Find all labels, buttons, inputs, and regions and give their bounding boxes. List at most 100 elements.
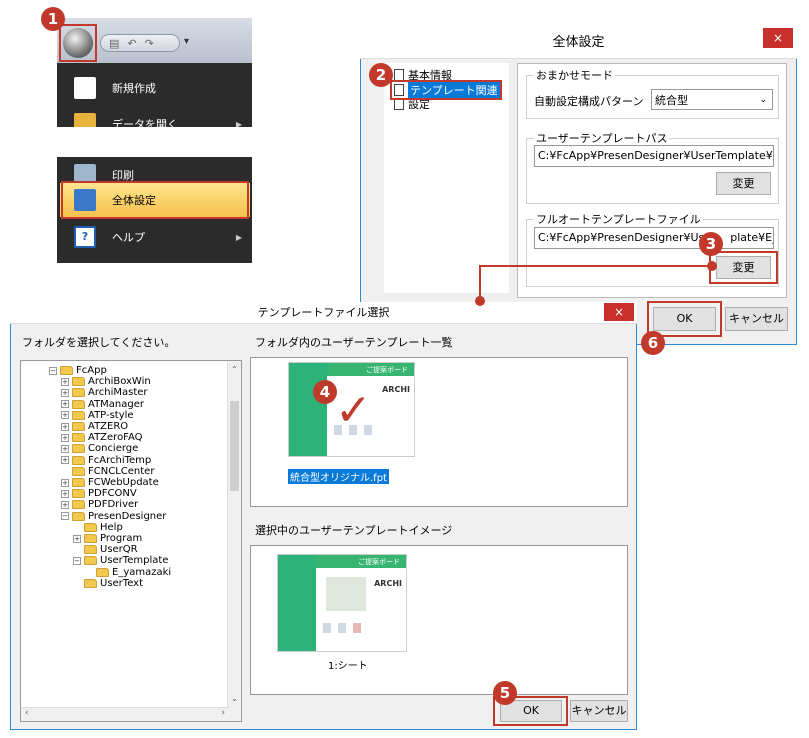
- folder-label: UserQR: [100, 544, 138, 556]
- folder-item[interactable]: + ATManager: [61, 399, 144, 410]
- expand-toggle-icon[interactable]: +: [61, 433, 69, 442]
- step-6-badge: 6: [641, 331, 665, 355]
- folder-label: UserTemplate: [100, 555, 169, 567]
- save-icon[interactable]: ▤: [109, 37, 119, 50]
- connector-start-dot: [475, 296, 485, 306]
- user-template-path-field[interactable]: C:¥FcApp¥PresenDesigner¥UserTemplate¥E_: [534, 145, 774, 167]
- thumbnail-figure: [353, 623, 361, 633]
- folder-item[interactable]: + ATZeroFAQ: [61, 432, 143, 443]
- template-close-button[interactable]: ×: [604, 303, 634, 321]
- folder-icon: [72, 444, 85, 454]
- house-image: [326, 577, 366, 611]
- menu-cutaway: [50, 127, 255, 157]
- expand-toggle-icon[interactable]: +: [61, 400, 69, 409]
- folder-item[interactable]: + Concierge: [61, 443, 138, 454]
- preview-caption: 1:シート: [328, 661, 368, 672]
- folder-item[interactable]: + ArchiMaster: [61, 387, 148, 398]
- folder-item[interactable]: Help: [73, 522, 123, 533]
- folder-icon: [84, 556, 97, 566]
- redo-icon[interactable]: ↷: [145, 37, 154, 50]
- step-1-badge: 1: [41, 7, 65, 31]
- expand-toggle-icon[interactable]: +: [61, 422, 69, 431]
- folder-item[interactable]: + PDFCONV: [61, 488, 137, 499]
- thumbnail-figure: [323, 623, 331, 633]
- expand-toggle-icon[interactable]: +: [61, 411, 69, 420]
- folder-item[interactable]: − UserTemplate: [73, 555, 168, 566]
- path-change-button[interactable]: 変更: [716, 172, 771, 195]
- scroll-down-icon[interactable]: ⌄: [231, 694, 238, 703]
- expand-toggle-icon[interactable]: +: [61, 456, 69, 465]
- menu-item-new[interactable]: 新規作成: [60, 70, 250, 106]
- folder-icon: [72, 455, 85, 465]
- menu-item-label: ヘルプ: [112, 231, 145, 244]
- preview-brand: ARCHI: [374, 579, 402, 588]
- thumbnail-header: ご提案ボード: [366, 366, 408, 374]
- folder-label: UserText: [100, 577, 144, 589]
- folder-item[interactable]: + FCWebUpdate: [61, 477, 159, 488]
- full-auto-template-label: フルオートテンプレートファイル: [534, 211, 703, 227]
- folder-icon: [84, 534, 97, 543]
- folder-item[interactable]: + FcArchiTemp: [61, 455, 151, 466]
- pattern-select[interactable]: 統合型 ⌄: [651, 89, 773, 110]
- expand-toggle-icon[interactable]: +: [61, 444, 69, 453]
- expand-toggle-icon[interactable]: +: [73, 534, 81, 543]
- template-preview-label: 選択中のユーザーテンプレートイメージ: [255, 524, 453, 537]
- customize-toolbar-icon[interactable]: ▾: [184, 36, 189, 47]
- folder-label: ATManager: [88, 398, 145, 410]
- full-auto-template-field[interactable]: C:¥FcApp¥PresenDesigner¥Us plate¥E_: [534, 227, 774, 249]
- settings-close-button[interactable]: ×: [763, 28, 793, 48]
- step-5-badge: 5: [493, 681, 517, 705]
- template-cancel-button[interactable]: キャンセル: [570, 700, 628, 722]
- expand-toggle-icon[interactable]: +: [61, 478, 69, 487]
- folder-item[interactable]: − PresenDesigner: [61, 511, 166, 522]
- folder-label: ArchiBoxWin: [88, 376, 151, 388]
- scroll-thumb[interactable]: [230, 401, 239, 491]
- tree-horizontal-scrollbar[interactable]: ‹ ›: [21, 707, 229, 721]
- menu-item-label: 新規作成: [112, 82, 156, 95]
- folder-item[interactable]: UserText: [73, 578, 143, 589]
- folder-label: Program: [100, 533, 143, 544]
- expand-toggle-icon[interactable]: +: [61, 489, 69, 498]
- expand-toggle-icon[interactable]: +: [61, 377, 69, 386]
- scroll-up-icon[interactable]: ⌃: [231, 365, 238, 374]
- folder-label: FcArchiTemp: [88, 454, 152, 466]
- settings-dialog-title: 全体設定: [360, 27, 797, 59]
- folder-label: Concierge: [88, 443, 139, 455]
- expand-toggle-icon[interactable]: −: [61, 512, 69, 521]
- expand-toggle-icon[interactable]: +: [61, 388, 69, 397]
- tree-vertical-scrollbar[interactable]: ⌃ ⌄: [227, 361, 241, 721]
- folder-icon: [72, 511, 85, 521]
- settings-item-highlight: [61, 181, 249, 219]
- folder-icon: [72, 410, 85, 420]
- undo-icon[interactable]: ↶: [127, 37, 136, 50]
- folder-item[interactable]: + ArchiBoxWin: [61, 376, 151, 387]
- folder-item[interactable]: + Program: [73, 533, 142, 544]
- folder-item[interactable]: E_yamazaki: [85, 567, 171, 578]
- auto-mode-label: おまかせモード: [534, 67, 615, 83]
- folder-icon: [72, 478, 85, 487]
- scroll-left-icon[interactable]: ‹: [25, 708, 29, 718]
- expand-toggle-icon[interactable]: −: [49, 366, 57, 375]
- checkmark-icon: ✓: [335, 385, 372, 436]
- folder-item[interactable]: + ATP-style: [61, 410, 134, 421]
- template-file-list: ご提案ボード ARCHI 統合型オリジナル.fpt: [250, 357, 628, 507]
- folder-icon: [72, 388, 85, 398]
- folder-prompt: フォルダを選択してください。: [22, 336, 176, 349]
- expand-toggle-icon[interactable]: +: [61, 500, 69, 509]
- folder-icon: [72, 500, 85, 510]
- folder-item[interactable]: UserQR: [73, 544, 138, 555]
- step-4-badge: 4: [313, 380, 337, 404]
- folder-icon: [72, 399, 85, 409]
- template-file-name[interactable]: 統合型オリジナル.fpt: [288, 469, 389, 484]
- scroll-right-icon[interactable]: ›: [221, 708, 225, 718]
- folder-item[interactable]: FCNCLCenter: [61, 466, 154, 477]
- settings-cancel-button[interactable]: キャンセル: [725, 307, 788, 331]
- help-icon: ?: [74, 226, 96, 248]
- menu-item-help[interactable]: ? ヘルプ ▶: [60, 219, 250, 255]
- folder-item[interactable]: − FcApp: [49, 365, 107, 376]
- folder-label: PDFDriver: [88, 499, 139, 511]
- folder-icon: [72, 377, 85, 387]
- expand-toggle-icon[interactable]: −: [73, 556, 81, 565]
- folder-item[interactable]: + PDFDriver: [61, 499, 138, 510]
- folder-item[interactable]: + ATZERO: [61, 421, 128, 432]
